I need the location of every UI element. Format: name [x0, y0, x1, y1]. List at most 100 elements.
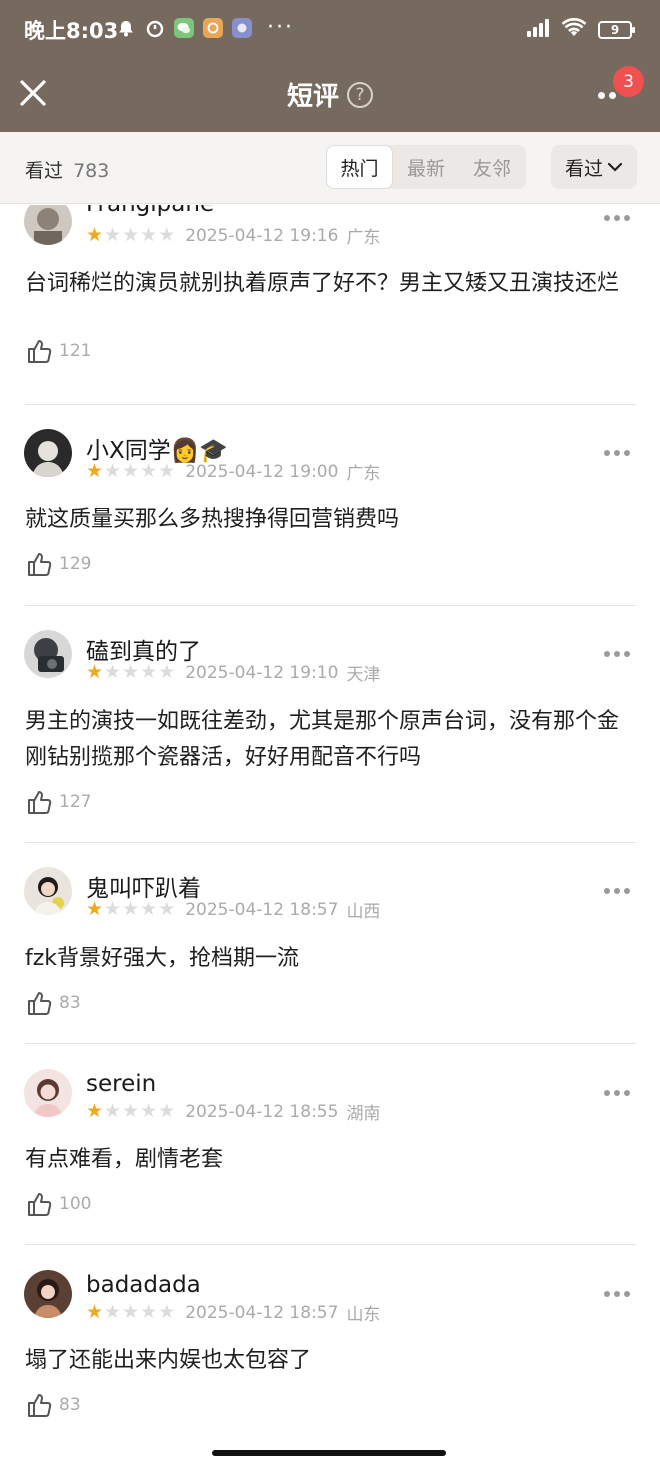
avatar-image	[24, 1069, 72, 1117]
comment-date: 2025-04-12 19:16	[185, 225, 339, 246]
divider	[25, 1043, 636, 1044]
status-bar: 晚上8:03 ··· 9	[0, 0, 660, 60]
comment-text: 台词稀烂的演员就别执着原声了好不？男主又矮又丑演技还烂	[25, 271, 620, 296]
divider	[25, 605, 636, 606]
star-icon: ★	[122, 460, 140, 482]
comment-text: 塌了还能出来内娱也太包容了	[25, 1348, 312, 1373]
dot	[604, 1090, 610, 1096]
status-notification-icons: ···	[116, 15, 294, 40]
wechat-icon	[174, 18, 194, 38]
tab-hot[interactable]: 热门	[326, 145, 393, 189]
star-icon: ★	[86, 1100, 104, 1122]
avatar[interactable]	[24, 867, 72, 915]
like-count: 121	[59, 341, 92, 361]
star-icon: ★	[158, 224, 176, 246]
comment-date: 2025-04-12 18:57	[185, 899, 339, 920]
dot	[624, 1090, 630, 1096]
comment-date: 2025-04-12 19:00	[185, 461, 339, 482]
dot	[604, 215, 610, 221]
thumbs-up-icon	[28, 340, 52, 363]
comment-text: fzk背景好强大，抢档期一流	[25, 946, 300, 971]
alarm-icon	[116, 18, 136, 38]
tab-latest[interactable]: 最新	[393, 145, 459, 189]
comment-more-button[interactable]	[604, 215, 630, 221]
rating-line: ★ ★ ★ ★ ★ 2025-04-12 19:00 广东	[86, 459, 380, 485]
more-notifications-icon: ···	[267, 15, 294, 40]
avatar[interactable]	[24, 630, 72, 678]
chevron-down-icon	[607, 162, 623, 172]
tab-friends[interactable]: 友邻	[459, 145, 525, 189]
username[interactable]: badadada	[86, 1272, 201, 1298]
like-button[interactable]: 83	[25, 1391, 81, 1419]
dot	[614, 215, 620, 221]
star-icon: ★	[104, 1301, 122, 1323]
timer-icon	[145, 18, 165, 38]
notification-badge[interactable]: 3	[613, 66, 644, 97]
avatar-image	[24, 429, 72, 477]
dot	[624, 1291, 630, 1297]
star-rating: ★ ★ ★ ★ ★	[86, 226, 175, 245]
avatar[interactable]	[24, 205, 72, 245]
dot	[604, 450, 610, 456]
username[interactable]: serein	[86, 1071, 156, 1097]
comment-more-button[interactable]	[604, 888, 630, 894]
help-icon[interactable]: ?	[347, 81, 373, 108]
star-icon: ★	[104, 898, 122, 920]
like-button[interactable]: 121	[25, 337, 91, 365]
app-notification-icon	[203, 18, 223, 38]
page-title-text: 短评	[286, 82, 339, 112]
dot	[614, 1090, 620, 1096]
username[interactable]: Frangipane	[86, 205, 214, 217]
divider	[25, 1244, 636, 1245]
star-icon: ★	[140, 460, 158, 482]
star-icon: ★	[86, 898, 104, 920]
rating-line: ★ ★ ★ ★ ★ 2025-04-12 19:10 天津	[86, 660, 381, 686]
comment-more-button[interactable]	[604, 1291, 630, 1297]
comment-more-button[interactable]	[604, 1090, 630, 1096]
like-button[interactable]: 127	[25, 788, 91, 816]
like-button[interactable]: 129	[25, 550, 91, 578]
status-filter-dropdown[interactable]: 看过	[551, 145, 637, 189]
star-icon: ★	[158, 898, 176, 920]
star-icon: ★	[122, 1100, 140, 1122]
comment-location: 天津	[346, 665, 381, 685]
star-icon: ★	[122, 1301, 140, 1323]
dot	[614, 1291, 620, 1297]
like-button[interactable]: 100	[25, 1190, 91, 1218]
star-icon: ★	[158, 1100, 176, 1122]
dot	[614, 450, 620, 456]
comment-location: 山西	[346, 902, 381, 922]
page-title: 短评 ?	[0, 76, 660, 113]
dot	[624, 651, 630, 657]
thumbs-up-icon	[28, 992, 52, 1015]
star-icon: ★	[140, 224, 158, 246]
thumbs-up-icon	[28, 1193, 52, 1216]
dot	[614, 888, 620, 894]
divider	[25, 404, 636, 405]
avatar-image	[24, 205, 72, 245]
battery-icon: 9	[598, 21, 635, 39]
comment-list: Frangipane ★★★★★ 2025-04-12 19:16 广东 台词稀…	[0, 205, 660, 1442]
dot	[604, 1291, 610, 1297]
rating-line: ★ ★ ★ ★ ★ 2025-04-12 18:55 湖南	[86, 1099, 380, 1125]
wifi-icon	[561, 18, 587, 42]
home-indicator[interactable]	[212, 1450, 446, 1456]
avatar[interactable]	[24, 1069, 72, 1117]
watched-count-label: 看过	[25, 160, 64, 182]
comment-location: 广东	[346, 228, 381, 248]
comment-more-button[interactable]	[604, 651, 630, 657]
avatar[interactable]	[24, 429, 72, 477]
comment-date: 2025-04-12 18:55	[185, 1101, 339, 1122]
like-button[interactable]: 83	[25, 989, 81, 1017]
thumbs-up-icon	[28, 553, 52, 576]
star-icon: ★	[122, 661, 140, 683]
star-icon: ★	[140, 898, 158, 920]
avatar[interactable]	[24, 1270, 72, 1318]
thumbs-up-icon	[28, 1394, 52, 1417]
star-icon: ★	[122, 898, 140, 920]
star-icon: ★	[104, 661, 122, 683]
divider	[25, 842, 636, 843]
dot	[614, 651, 620, 657]
comment-more-button[interactable]	[604, 450, 630, 456]
dot	[624, 215, 630, 221]
